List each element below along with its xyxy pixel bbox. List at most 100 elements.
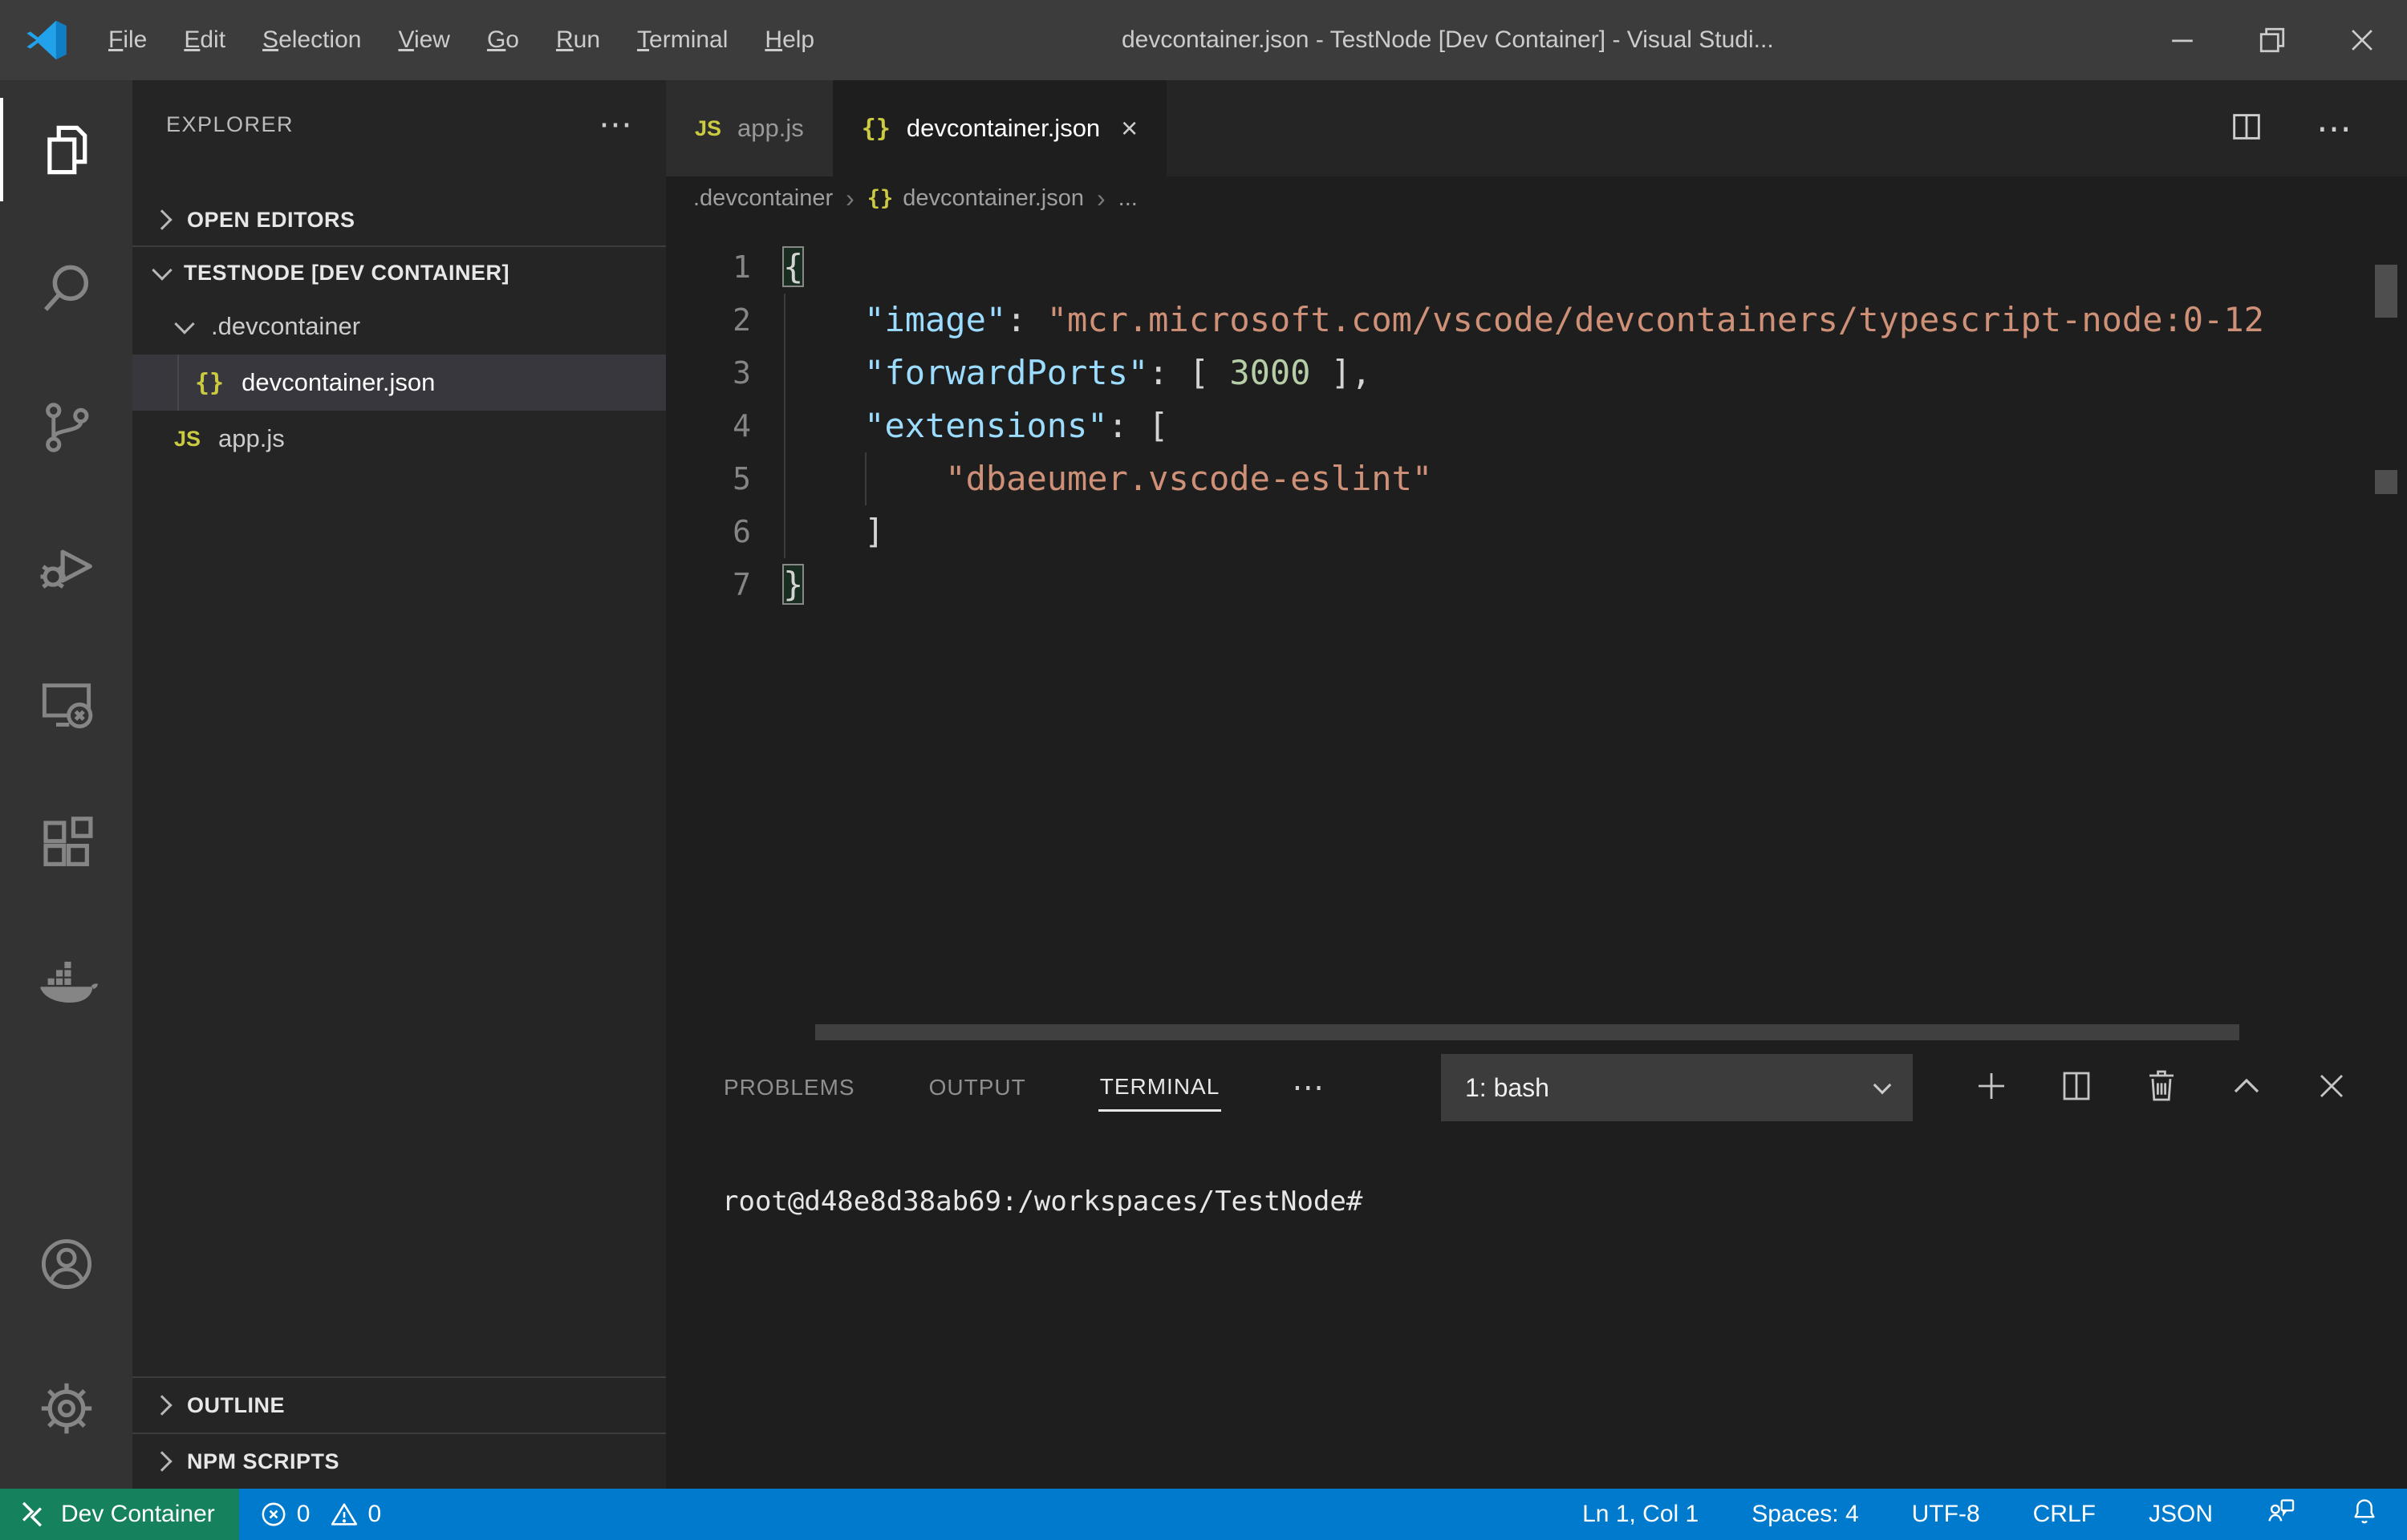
error-count: 0 [297,1501,311,1528]
menu-file[interactable]: File [90,20,165,60]
close-window-button[interactable] [2317,0,2407,80]
code-token: 3000 [1229,353,1310,392]
breadcrumb-item[interactable]: ... [1118,185,1138,212]
breadcrumb-separator: › [1097,184,1106,213]
source-control-icon [35,396,98,459]
line-number[interactable]: 1 [666,241,751,294]
panel-tab-output[interactable]: OUTPUT [927,1065,1028,1110]
tree-item-label: .devcontainer [211,312,360,341]
sidebar-more-actions-icon[interactable]: ⋯ [599,116,634,132]
title-bar: FileEditSelectionViewGoRunTerminalHelp d… [0,0,2407,80]
kill-terminal-icon[interactable] [2142,1067,2181,1109]
menu-terminal[interactable]: Terminal [619,20,746,60]
code-line: 7} [666,558,2407,611]
section-outline[interactable]: OUTLINE [132,1376,666,1433]
section-npm-scripts[interactable]: NPM SCRIPTS [132,1433,666,1489]
more-actions-icon[interactable]: ⋯ [2316,108,2354,149]
status-crlf[interactable]: CRLF [2033,1501,2096,1528]
javascript-file-icon: JS [174,427,201,452]
split-terminal-icon[interactable] [2057,1067,2096,1109]
section-label: OUTLINE [187,1393,285,1418]
code-line: 3 "forwardPorts": [ 3000 ], [666,346,2407,399]
panel-actions [1972,1043,2351,1133]
new-terminal-icon[interactable] [1972,1067,2011,1109]
close-tab-icon[interactable]: × [1121,111,1138,145]
horizontal-scrollbar-thumb[interactable] [815,1024,2239,1040]
code-line: 4 "extensions": [ [666,399,2407,452]
notifications-bell-icon[interactable] [2349,1496,2380,1533]
problems-status[interactable]: 0 0 [239,1501,392,1528]
activity-extensions[interactable] [0,774,132,913]
code-token [783,300,864,339]
breadcrumb: .devcontainer›{}devcontainer.json›... [666,176,2407,220]
menu-help[interactable]: Help [746,20,833,60]
status-json[interactable]: JSON [2149,1501,2213,1528]
menu-go[interactable]: Go [469,20,538,60]
window-controls [2137,0,2407,80]
javascript-file-icon: JS [695,116,721,141]
run-debug-icon [35,535,98,598]
warning-count: 0 [367,1501,381,1528]
panel-tab-terminal[interactable]: TERMINAL [1098,1064,1222,1112]
menu-selection[interactable]: Selection [244,20,380,60]
open-editors-section[interactable]: OPEN EDITORS [132,194,666,247]
restore-button[interactable] [2227,0,2317,80]
menu-view[interactable]: View [380,20,468,60]
line-content: ] [783,505,884,558]
split-editor-icon[interactable] [2228,108,2265,149]
remote-indicator[interactable]: Dev Container [0,1489,239,1540]
line-number[interactable]: 6 [666,505,751,558]
activity-explorer[interactable] [0,80,132,219]
chevron-right-icon [152,1451,172,1471]
menu-bar: FileEditSelectionViewGoRunTerminalHelp [90,20,833,60]
code-token: ] [783,512,884,551]
chevron-right-icon [152,1395,172,1415]
activity-run-debug[interactable] [0,496,132,635]
activity-source-control[interactable] [0,358,132,496]
line-content: "extensions": [ [783,399,1168,452]
terminal[interactable]: root@d48e8d38ab69:/workspaces/TestNode# [666,1133,2407,1218]
activity-account[interactable] [0,1192,132,1336]
code-token [783,406,864,445]
tree-item--devcontainer[interactable]: .devcontainer [132,298,666,355]
tab-app-js[interactable]: JSapp.js [666,80,833,176]
code-line: 5 "dbaeumer.vscode-eslint" [666,452,2407,505]
panel-tab-problems[interactable]: PROBLEMS [722,1065,857,1110]
feedback-icon[interactable] [2266,1496,2296,1533]
sidebar-header: EXPLORER ⋯ [132,80,666,157]
code-editor[interactable]: 1{2 "image": "mcr.microsoft.com/vscode/d… [666,220,2407,1043]
minimize-button[interactable] [2137,0,2227,80]
chevron-down-icon [152,260,172,280]
tree-item-app-js[interactable]: JSapp.js [132,411,666,467]
breadcrumb-item[interactable]: .devcontainer [693,185,833,212]
close-panel-icon[interactable] [2312,1067,2351,1109]
activity-docker[interactable] [0,913,132,1052]
line-number[interactable]: 5 [666,452,751,505]
tree-indent-guide [177,355,179,411]
menu-run[interactable]: Run [538,20,619,60]
code-token: "forwardPorts" [864,353,1148,392]
workspace-section[interactable]: TESTNODE [DEV CONTAINER] [132,247,666,298]
editor-area: JSapp.js{}devcontainer.json× ⋯ .devconta… [666,80,2407,1489]
status-ln-1-col-1[interactable]: Ln 1, Col 1 [1582,1501,1699,1528]
line-number[interactable]: 2 [666,294,751,346]
extensions-icon [35,813,98,875]
tree-item-label: devcontainer.json [242,368,435,397]
line-number[interactable]: 7 [666,558,751,611]
line-number[interactable]: 3 [666,346,751,399]
overview-ruler-mark [2375,470,2397,494]
activity-bar-bottom [0,1192,132,1489]
menu-edit[interactable]: Edit [165,20,244,60]
activity-remote-explorer[interactable] [0,635,132,774]
line-number[interactable]: 4 [666,399,751,452]
breadcrumb-item[interactable]: {}devcontainer.json [867,185,1084,212]
panel-more-actions-icon[interactable]: ⋯ [1292,1069,1326,1106]
maximize-panel-icon[interactable] [2227,1067,2266,1109]
tab-devcontainer-json[interactable]: {}devcontainer.json× [833,80,1167,176]
tree-item-devcontainer-json[interactable]: {}devcontainer.json [132,355,666,411]
terminal-selector[interactable]: 1: bash [1441,1054,1913,1121]
activity-settings[interactable] [0,1336,132,1481]
status-spaces-4[interactable]: Spaces: 4 [1751,1501,1858,1528]
activity-search[interactable] [0,219,132,358]
status-utf-8[interactable]: UTF-8 [1912,1501,1980,1528]
